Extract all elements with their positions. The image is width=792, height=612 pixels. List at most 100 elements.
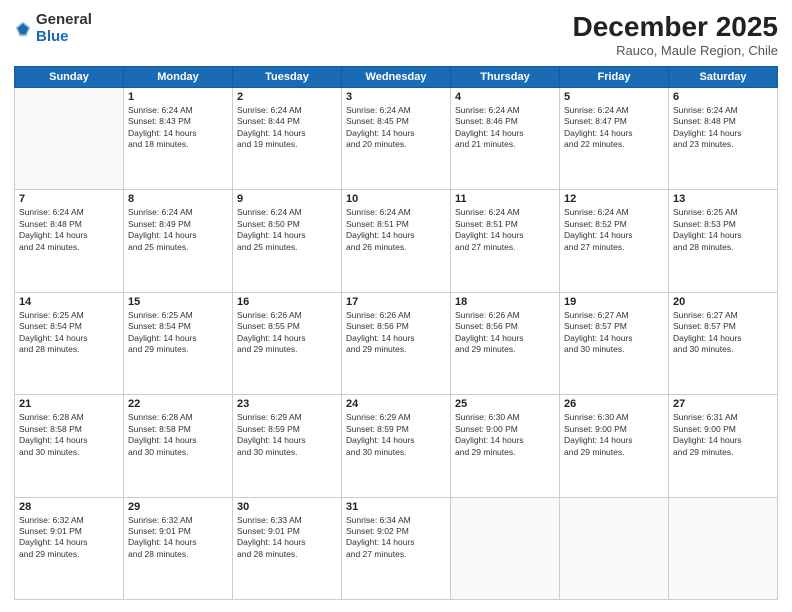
- day-number: 13: [673, 193, 773, 205]
- day-number: 28: [19, 501, 119, 513]
- col-sunday: Sunday: [15, 66, 124, 87]
- table-row: [451, 497, 560, 599]
- day-number: 26: [564, 398, 664, 410]
- month-title: December 2025: [573, 12, 778, 43]
- day-number: 25: [455, 398, 555, 410]
- table-row: 4 Sunrise: 6:24 AMSunset: 8:46 PMDaylight…: [451, 87, 560, 189]
- page: General Blue December 2025 Rauco, Maule …: [0, 0, 792, 612]
- table-row: 7 Sunrise: 6:24 AMSunset: 8:48 PMDaylight…: [15, 190, 124, 292]
- calendar-week-row: 1Sunrise: 6:24 AMSunset: 8:43 PMDaylight…: [15, 87, 778, 189]
- table-row: 16 Sunrise: 6:26 AMSunset: 8:55 PMDayligh…: [233, 292, 342, 394]
- cell-info: Sunrise: 6:26 AMSunset: 8:56 PMDaylight:…: [346, 310, 446, 356]
- table-row: 3 Sunrise: 6:24 AMSunset: 8:45 PMDaylight…: [342, 87, 451, 189]
- col-friday: Friday: [560, 66, 669, 87]
- cell-info: Sunrise: 6:32 AMSunset: 9:01 PMDaylight:…: [19, 515, 119, 561]
- cell-info: Sunrise: 6:24 AMSunset: 8:51 PMDaylight:…: [346, 207, 446, 253]
- cell-info: Sunrise: 6:30 AMSunset: 9:00 PMDaylight:…: [564, 412, 664, 458]
- day-number: 15: [128, 296, 228, 308]
- day-number: 8: [128, 193, 228, 205]
- cell-info: Sunrise: 6:27 AMSunset: 8:57 PMDaylight:…: [673, 310, 773, 356]
- table-row: [669, 497, 778, 599]
- table-row: 17 Sunrise: 6:26 AMSunset: 8:56 PMDayligh…: [342, 292, 451, 394]
- table-row: 30 Sunrise: 6:33 AMSunset: 9:01 PMDayligh…: [233, 497, 342, 599]
- cell-info: Sunrise: 6:24 AMSunset: 8:45 PMDaylight:…: [346, 105, 446, 151]
- day-number: 10: [346, 193, 446, 205]
- day-number: 3: [346, 91, 446, 103]
- day-number: 16: [237, 296, 337, 308]
- col-monday: Monday: [124, 66, 233, 87]
- day-number: 7: [19, 193, 119, 205]
- cell-info: Sunrise: 6:24 AMSunset: 8:44 PMDaylight:…: [237, 105, 337, 151]
- table-row: 13 Sunrise: 6:25 AMSunset: 8:53 PMDayligh…: [669, 190, 778, 292]
- header-row: Sunday Monday Tuesday Wednesday Thursday…: [15, 66, 778, 87]
- logo: General Blue: [14, 12, 92, 45]
- col-thursday: Thursday: [451, 66, 560, 87]
- cell-info: Sunrise: 6:24 AMSunset: 8:48 PMDaylight:…: [673, 105, 773, 151]
- calendar-header: Sunday Monday Tuesday Wednesday Thursday…: [15, 66, 778, 87]
- table-row: 31Sunrise: 6:34 AMSunset: 9:02 PMDayligh…: [342, 497, 451, 599]
- cell-info: Sunrise: 6:24 AMSunset: 8:51 PMDaylight:…: [455, 207, 555, 253]
- table-row: 18Sunrise: 6:26 AMSunset: 8:56 PMDayligh…: [451, 292, 560, 394]
- table-row: 25 Sunrise: 6:30 AMSunset: 9:00 PMDayligh…: [451, 395, 560, 497]
- col-saturday: Saturday: [669, 66, 778, 87]
- header: General Blue December 2025 Rauco, Maule …: [14, 12, 778, 58]
- table-row: [560, 497, 669, 599]
- cell-info: Sunrise: 6:28 AMSunset: 8:58 PMDaylight:…: [128, 412, 228, 458]
- table-row: 5Sunrise: 6:24 AMSunset: 8:47 PMDaylight…: [560, 87, 669, 189]
- day-number: 30: [237, 501, 337, 513]
- day-number: 18: [455, 296, 555, 308]
- title-block: December 2025 Rauco, Maule Region, Chile: [573, 12, 778, 58]
- day-number: 14: [19, 296, 119, 308]
- calendar-table: Sunday Monday Tuesday Wednesday Thursday…: [14, 66, 778, 600]
- day-number: 31: [346, 501, 446, 513]
- logo-blue: Blue: [36, 29, 92, 46]
- table-row: 19 Sunrise: 6:27 AMSunset: 8:57 PMDayligh…: [560, 292, 669, 394]
- day-number: 22: [128, 398, 228, 410]
- table-row: 9Sunrise: 6:24 AMSunset: 8:50 PMDaylight…: [233, 190, 342, 292]
- table-row: 20Sunrise: 6:27 AMSunset: 8:57 PMDayligh…: [669, 292, 778, 394]
- table-row: 29 Sunrise: 6:32 AMSunset: 9:01 PMDayligh…: [124, 497, 233, 599]
- table-row: 27 Sunrise: 6:31 AMSunset: 9:00 PMDayligh…: [669, 395, 778, 497]
- cell-info: Sunrise: 6:24 AMSunset: 8:52 PMDaylight:…: [564, 207, 664, 253]
- cell-info: Sunrise: 6:24 AMSunset: 8:50 PMDaylight:…: [237, 207, 337, 253]
- table-row: 6Sunrise: 6:24 AMSunset: 8:48 PMDaylight…: [669, 87, 778, 189]
- table-row: 14 Sunrise: 6:25 AMSunset: 8:54 PMDayligh…: [15, 292, 124, 394]
- day-number: 4: [455, 91, 555, 103]
- cell-info: Sunrise: 6:25 AMSunset: 8:53 PMDaylight:…: [673, 207, 773, 253]
- cell-info: Sunrise: 6:26 AMSunset: 8:55 PMDaylight:…: [237, 310, 337, 356]
- logo-general: General: [36, 12, 92, 29]
- cell-info: Sunrise: 6:24 AMSunset: 8:46 PMDaylight:…: [455, 105, 555, 151]
- calendar-week-row: 14 Sunrise: 6:25 AMSunset: 8:54 PMDayligh…: [15, 292, 778, 394]
- cell-info: Sunrise: 6:27 AMSunset: 8:57 PMDaylight:…: [564, 310, 664, 356]
- cell-info: Sunrise: 6:30 AMSunset: 9:00 PMDaylight:…: [455, 412, 555, 458]
- cell-info: Sunrise: 6:25 AMSunset: 8:54 PMDaylight:…: [128, 310, 228, 356]
- day-number: 19: [564, 296, 664, 308]
- table-row: 10 Sunrise: 6:24 AMSunset: 8:51 PMDayligh…: [342, 190, 451, 292]
- cell-info: Sunrise: 6:29 AMSunset: 8:59 PMDaylight:…: [346, 412, 446, 458]
- table-row: 11 Sunrise: 6:24 AMSunset: 8:51 PMDayligh…: [451, 190, 560, 292]
- day-number: 29: [128, 501, 228, 513]
- logo-icon: [14, 20, 32, 38]
- table-row: [15, 87, 124, 189]
- day-number: 23: [237, 398, 337, 410]
- calendar-week-row: 21 Sunrise: 6:28 AMSunset: 8:58 PMDayligh…: [15, 395, 778, 497]
- cell-info: Sunrise: 6:24 AMSunset: 8:48 PMDaylight:…: [19, 207, 119, 253]
- day-number: 2: [237, 91, 337, 103]
- table-row: 1Sunrise: 6:24 AMSunset: 8:43 PMDaylight…: [124, 87, 233, 189]
- cell-info: Sunrise: 6:29 AMSunset: 8:59 PMDaylight:…: [237, 412, 337, 458]
- cell-info: Sunrise: 6:33 AMSunset: 9:01 PMDaylight:…: [237, 515, 337, 561]
- cell-info: Sunrise: 6:28 AMSunset: 8:58 PMDaylight:…: [19, 412, 119, 458]
- day-number: 12: [564, 193, 664, 205]
- day-number: 17: [346, 296, 446, 308]
- day-number: 5: [564, 91, 664, 103]
- day-number: 11: [455, 193, 555, 205]
- table-row: 2 Sunrise: 6:24 AMSunset: 8:44 PMDaylight…: [233, 87, 342, 189]
- calendar-body: 1Sunrise: 6:24 AMSunset: 8:43 PMDaylight…: [15, 87, 778, 599]
- logo-text: General Blue: [36, 12, 92, 45]
- day-number: 27: [673, 398, 773, 410]
- day-number: 24: [346, 398, 446, 410]
- day-number: 21: [19, 398, 119, 410]
- cell-info: Sunrise: 6:31 AMSunset: 9:00 PMDaylight:…: [673, 412, 773, 458]
- cell-info: Sunrise: 6:25 AMSunset: 8:54 PMDaylight:…: [19, 310, 119, 356]
- cell-info: Sunrise: 6:32 AMSunset: 9:01 PMDaylight:…: [128, 515, 228, 561]
